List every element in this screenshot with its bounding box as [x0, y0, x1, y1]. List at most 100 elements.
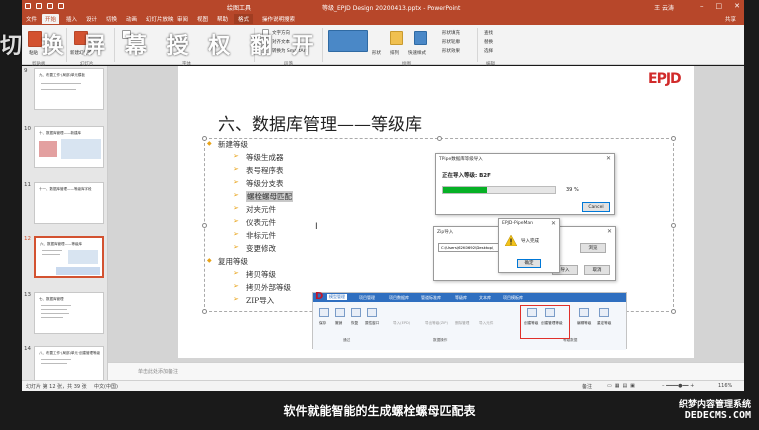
tab-insert[interactable]: 插入: [66, 15, 77, 23]
title-bar: 绘图工具 等级_EPJD Design 20200413.pptx - Powe…: [22, 0, 744, 13]
slide-thumbnail-selected[interactable]: 六、数据库管理——等级库: [34, 236, 104, 278]
share-button[interactable]: 共享: [725, 15, 736, 23]
zoom-slider[interactable]: – ━━━━●━━ +: [662, 383, 694, 389]
slide-number: 12: [24, 236, 31, 242]
minimize-icon[interactable]: –: [700, 2, 704, 10]
plugin-tab[interactable]: 项目管理: [359, 295, 375, 301]
thumbnail-title: 十一、数据库管理——等级库字段: [39, 187, 92, 191]
plugin-group: 数据操作: [433, 338, 448, 342]
replace-label[interactable]: 替换: [484, 39, 493, 45]
bullet-level2: 变更修改: [233, 243, 276, 254]
thumbnail-line: [41, 317, 63, 318]
dialog-title: Zip导入: [437, 230, 454, 235]
browse-button[interactable]: 浏览: [580, 243, 606, 253]
close-icon[interactable]: ✕: [607, 228, 612, 235]
tab-home[interactable]: 开始: [42, 14, 60, 24]
view-buttons[interactable]: ▭▦▤▣: [607, 383, 638, 389]
plugin-tab[interactable]: 等级库: [455, 295, 467, 301]
notes-pane[interactable]: 单击此处添加备注: [108, 362, 744, 380]
plugin-tab[interactable]: 文本库: [479, 295, 491, 301]
tab-slideshow[interactable]: 幻灯片放映: [146, 15, 174, 23]
slide-counter: 幻灯片 第 12 张，共 39 张: [26, 384, 87, 390]
shapes-gallery-icon[interactable]: [328, 30, 368, 52]
quick-styles-icon[interactable]: [414, 31, 427, 45]
context-tab-label: 绘图工具: [227, 5, 252, 12]
ribbon-tabs: 文件 开始 插入 设计 切换 动画 幻灯片放映 审阅 视图 帮助 格式 操作说明…: [22, 13, 744, 25]
close-icon[interactable]: ✕: [734, 2, 740, 10]
plugin-group: 通过: [343, 338, 351, 342]
thumbnail-image: [68, 250, 98, 264]
plugin-label: 导入(EPD): [393, 321, 411, 325]
bullet-level2: 非标元件: [233, 230, 276, 241]
tab-animations[interactable]: 动画: [126, 15, 137, 23]
quick-access-toolbar: [25, 3, 64, 9]
close-icon[interactable]: ✕: [551, 220, 556, 227]
notes-toggle[interactable]: 备注: [582, 383, 592, 390]
thumbnail-line: [41, 363, 67, 364]
tab-file[interactable]: 文件: [26, 15, 37, 23]
plugin-tab[interactable]: 管道标准库: [421, 295, 441, 301]
slide-thumbnail[interactable]: 十、数据库管理——新建库: [34, 126, 104, 168]
zoom-level[interactable]: 116%: [718, 383, 732, 389]
tab-format[interactable]: 格式: [234, 14, 254, 24]
plugin-label: 属性窗口: [365, 321, 380, 325]
bullet-level2: 拷贝外部等级: [233, 282, 291, 293]
tab-review[interactable]: 审阅: [177, 15, 188, 23]
slide-thumbnail[interactable]: 九、布置工作·(局部)单元模板: [34, 68, 104, 110]
shapes-label: 形状: [372, 51, 381, 56]
user-name[interactable]: 王 云涛: [654, 3, 674, 12]
bullet-level2: 拷贝等级: [233, 269, 276, 280]
slide-thumbnail[interactable]: 八、布置工作·(局部)单元·创建管理等级: [34, 346, 104, 380]
close-icon[interactable]: ✕: [606, 155, 611, 162]
find-label[interactable]: 查找: [484, 30, 493, 36]
plugin-label: 恢复: [351, 321, 359, 325]
arrange-label: 排列: [390, 51, 399, 56]
plugin-ribbon-image: D 模型管理 项目管理 项目数据库 管道标准库 等级库 文本库 项目模板库 保存…: [312, 291, 627, 350]
tell-me-search[interactable]: 操作说明搜索: [262, 15, 295, 23]
dialog-title: TPipe数据库等级导入: [439, 157, 483, 162]
slide-title[interactable]: 六、数据库管理——等级库: [218, 110, 422, 135]
save-icon[interactable]: [25, 3, 31, 9]
redo-icon[interactable]: [47, 3, 53, 9]
resize-handle[interactable]: [671, 309, 676, 314]
thumbnail-line: [42, 250, 62, 251]
slide-thumbnail[interactable]: 十一、数据库管理——等级库字段: [34, 182, 104, 224]
resize-handle[interactable]: [437, 136, 442, 141]
arrange-icon[interactable]: [390, 31, 403, 45]
slide-thumbnail[interactable]: 七、数据库管理: [34, 292, 104, 334]
thumbnail-title: 八、布置工作·(局部)单元·创建管理等级: [39, 351, 100, 355]
completion-message-box[interactable]: EPJD-PipeMan ✕ 导入完成 确定: [498, 218, 560, 273]
resize-handle[interactable]: [671, 223, 676, 228]
tab-help[interactable]: 帮助: [217, 15, 228, 23]
present-icon[interactable]: [58, 3, 64, 9]
plugin-label: 保存: [319, 321, 327, 325]
language-indicator[interactable]: 中文(中国): [94, 383, 118, 390]
epjd-logo: EPJD: [648, 71, 682, 87]
maximize-icon[interactable]: □: [716, 2, 723, 10]
undo-icon: [335, 308, 345, 317]
thumbnail-line: [41, 305, 71, 306]
slide-canvas[interactable]: EPJD 六、数据库管理——等级库 新建等级 等级生成器 表号程序表 等级分支表…: [178, 66, 694, 358]
plugin-tab[interactable]: 项目模板库: [503, 295, 523, 301]
plugin-tab[interactable]: 项目数据库: [389, 295, 409, 301]
cancel-button[interactable]: Cancel: [582, 202, 610, 212]
resize-handle[interactable]: [202, 309, 207, 314]
thumbnail-line: [41, 83, 81, 84]
tab-transitions[interactable]: 切换: [106, 15, 117, 23]
level-import-progress-dialog[interactable]: TPipe数据库等级导入 ✕ 正在导入等级: B2F 39 % Cancel: [435, 153, 615, 215]
resize-handle[interactable]: [671, 136, 676, 141]
select-label[interactable]: 选择: [484, 48, 493, 54]
resize-handle[interactable]: [202, 223, 207, 228]
shape-effects-label[interactable]: 形状效果: [442, 48, 460, 54]
tab-design[interactable]: 设计: [86, 15, 97, 23]
ok-button[interactable]: 确定: [517, 259, 541, 268]
cancel-button[interactable]: 取消: [584, 265, 610, 275]
plugin-tabs: D 模型管理 项目管理 项目数据库 管道标准库 等级库 文本库 项目模板库: [313, 291, 626, 302]
plugin-tab[interactable]: 模型管理: [327, 294, 347, 300]
shape-fill-label[interactable]: 形状填充: [442, 30, 460, 36]
tab-view[interactable]: 视图: [197, 15, 208, 23]
shape-outline-label[interactable]: 形状轮廓: [442, 39, 460, 45]
undo-icon[interactable]: [36, 3, 42, 9]
video-caption: 软件就能智能的生成螺栓螺母匹配表: [283, 404, 476, 418]
slide-thumbnail-panel[interactable]: 9 九、布置工作·(局部)单元模板 10 十、数据库管理——新建库 11 十一、…: [22, 66, 108, 380]
